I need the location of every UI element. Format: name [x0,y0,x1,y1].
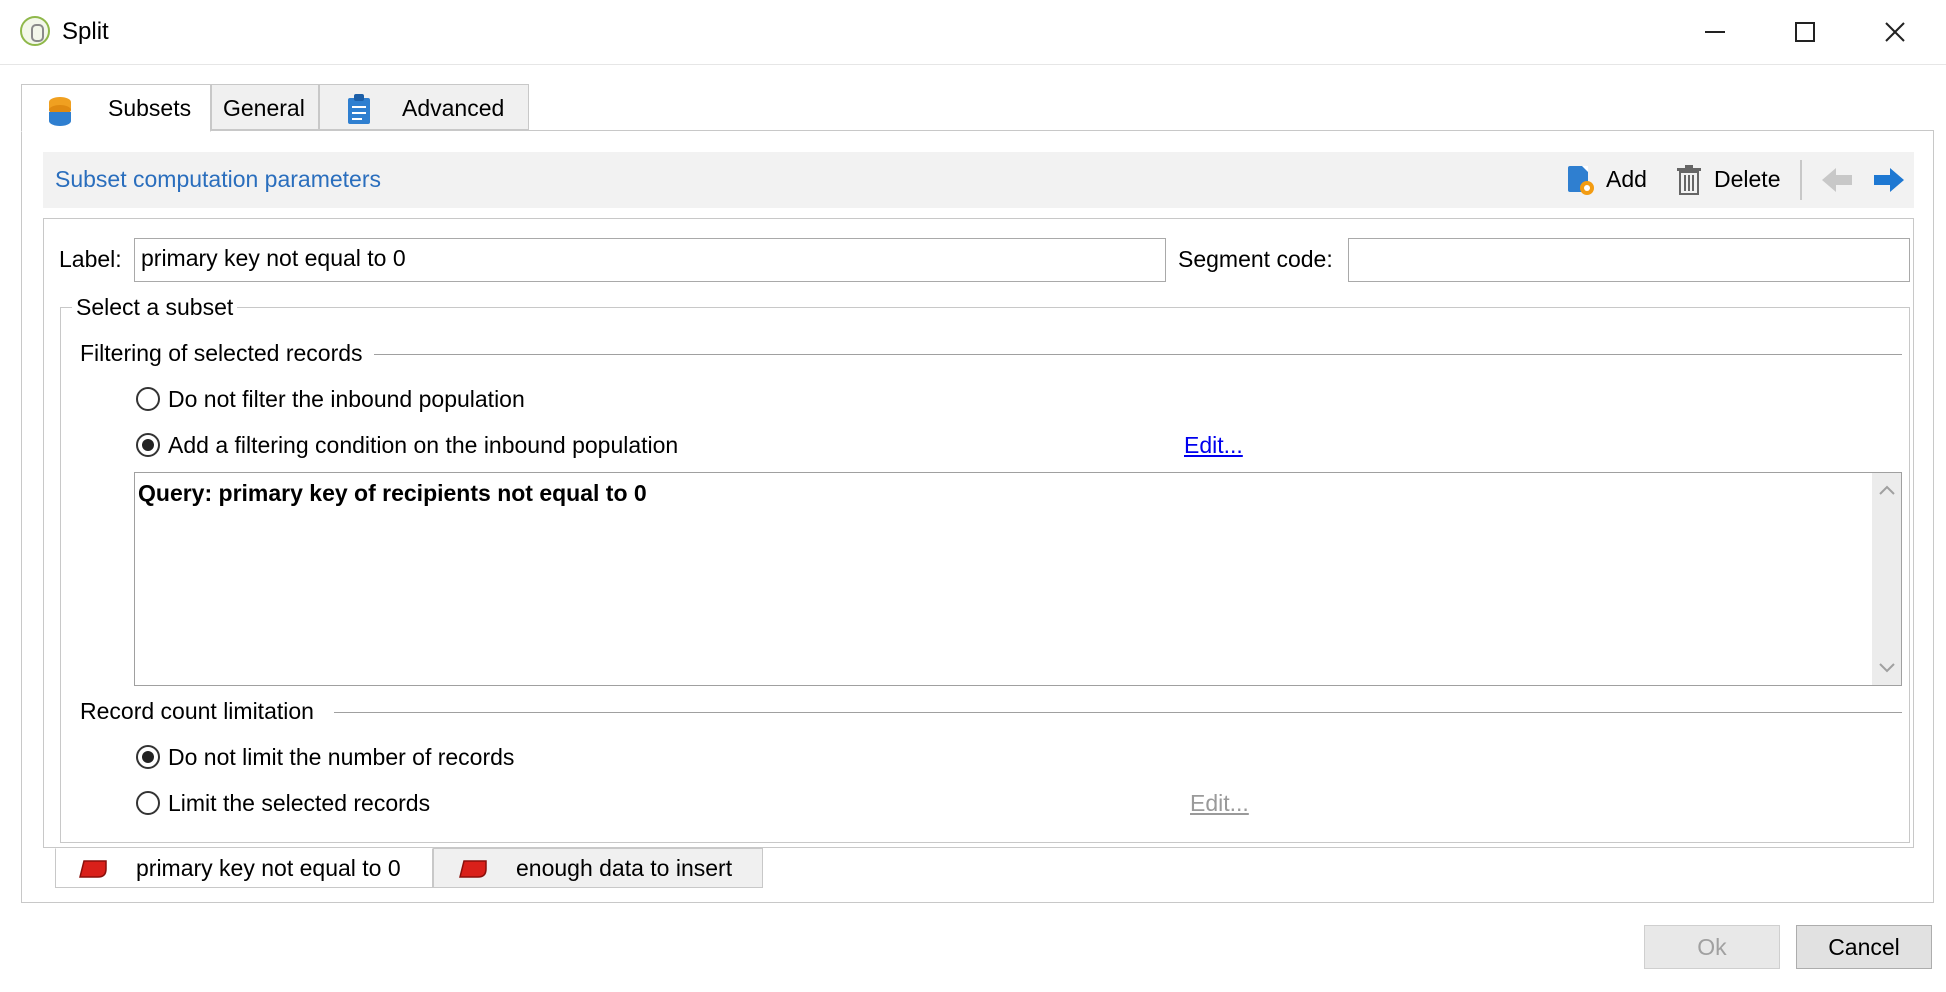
filtering-section-title: Filtering of selected records [76,340,367,367]
subset-tab-enough-data[interactable]: enough data to insert [433,848,763,888]
segment-code-caption: Segment code: [1178,246,1333,272]
ok-button[interactable]: Ok [1644,925,1780,969]
parameters-title: Subset computation parameters [55,166,382,192]
segment-code-input[interactable] [1348,238,1910,282]
subset-tab-enough-data-label: enough data to insert [516,855,733,881]
filtering-divider [374,354,1902,355]
subset-tab-primary-key[interactable]: primary key not equal to 0 [55,848,433,888]
limitation-section-title: Record count limitation [76,698,318,725]
app-icon [20,16,50,46]
minimize-icon [1705,31,1725,33]
radio-no-limit[interactable] [136,745,160,769]
limitation-divider [334,712,1902,713]
radio-limit-records[interactable] [136,791,160,815]
tab-general[interactable]: General [211,84,319,130]
tab-advanced[interactable]: Advanced [319,84,529,130]
tab-subsets-label: Subsets [108,95,192,121]
scroll-down-icon[interactable] [1878,662,1896,674]
add-icon [1568,166,1594,195]
toolbar-separator [1800,160,1802,200]
tab-subsets[interactable]: Subsets [21,84,211,132]
scroll-up-icon[interactable] [1878,484,1896,496]
cancel-button[interactable]: Cancel [1796,925,1932,969]
subset-icon [79,860,107,878]
radio-add-filter-label: Add a filtering condition on the inbound… [168,432,679,458]
clipboard-icon [348,94,370,124]
maximize-button[interactable] [1770,8,1840,56]
query-scrollbar[interactable] [1872,473,1901,685]
edit-limit-link[interactable]: Edit... [1190,790,1249,817]
tab-general-label: General [223,95,305,121]
label-caption: Label: [59,246,122,272]
title-bar [0,0,1946,65]
radio-no-filter[interactable] [136,387,160,411]
database-icon [49,97,71,126]
radio-add-filter[interactable] [136,433,160,457]
minimize-button[interactable] [1680,8,1750,56]
window-title: Split [62,18,109,45]
add-button[interactable]: Add [1606,166,1647,193]
close-button[interactable] [1860,8,1930,56]
next-arrow-icon[interactable] [1872,166,1906,194]
radio-no-limit-label: Do not limit the number of records [168,744,515,770]
tab-advanced-label: Advanced [402,95,505,121]
subset-icon [459,860,487,878]
radio-no-filter-label: Do not filter the inbound population [168,386,525,412]
label-input[interactable]: primary key not equal to 0 [134,238,1166,282]
trash-icon [1677,165,1701,195]
close-icon [1885,22,1905,42]
previous-arrow-icon[interactable] [1820,166,1854,194]
delete-button[interactable]: Delete [1714,166,1780,193]
maximize-icon [1795,22,1815,42]
subset-tab-primary-key-label: primary key not equal to 0 [136,855,401,881]
query-text: Query: primary key of recipients not equ… [138,480,647,506]
radio-limit-records-label: Limit the selected records [168,790,431,816]
select-subset-title: Select a subset [72,294,238,321]
edit-filter-link[interactable]: Edit... [1184,432,1243,459]
